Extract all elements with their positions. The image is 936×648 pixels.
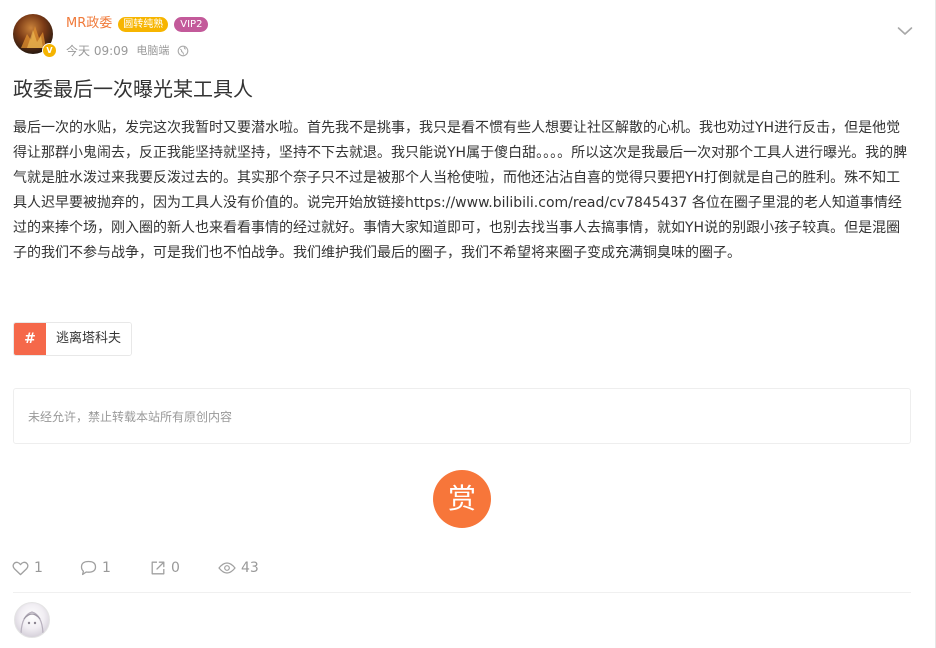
author-line: MR政委 圆转纯熟 VIP2: [66, 15, 209, 33]
globe-icon: [178, 45, 189, 57]
copyright-notice: 未经允许，禁止转载本站所有原创内容: [28, 410, 233, 424]
hash-icon: #: [14, 323, 46, 355]
level-badge: 圆转纯熟: [118, 16, 169, 32]
topic-tag-label: 逃离塔科夫: [46, 323, 132, 355]
post-page: V MR政委 圆转纯熟 VIP2 今天 09:09 电脑端 政委最后一次曝光某工…: [0, 0, 936, 648]
comment-button[interactable]: 1: [80, 560, 150, 576]
post-time: 今天 09:09: [66, 44, 129, 58]
post-content: 最后一次的水贴，发完这次我暂时又要潜水啦。首先我不是挑事，我只是看不惯有些人想要…: [13, 120, 908, 261]
view-count: 43: [241, 560, 259, 576]
share-button[interactable]: 0: [150, 560, 218, 576]
view-count-group: 43: [218, 560, 278, 576]
commenter-avatar-art: [20, 611, 44, 634]
author-name[interactable]: MR政委: [66, 15, 112, 33]
chevron-down-icon[interactable]: [897, 24, 913, 38]
comment-count: 1: [102, 560, 111, 576]
post-meta: 今天 09:09 电脑端: [66, 43, 189, 59]
vip-badge: VIP2: [174, 16, 209, 32]
like-button[interactable]: 1: [12, 560, 80, 576]
reward-button[interactable]: 赏: [433, 470, 491, 528]
post-header: V MR政委 圆转纯熟 VIP2 今天 09:09 电脑端: [13, 14, 913, 62]
eye-icon: [218, 562, 236, 574]
like-count: 1: [34, 560, 43, 576]
post-title: 政委最后一次曝光某工具人: [13, 77, 253, 101]
comment-bubble-icon: [80, 560, 97, 576]
post-actions: 1 1 0 43: [12, 558, 278, 578]
post-client: 电脑端: [136, 44, 170, 57]
verified-badge-icon: V: [42, 43, 57, 58]
topic-tag[interactable]: # 逃离塔科夫: [13, 322, 133, 356]
share-count: 0: [171, 560, 180, 576]
commenter-avatar[interactable]: [14, 602, 50, 638]
copyright-notice-box: 未经允许，禁止转载本站所有原创内容: [13, 388, 911, 444]
comment-divider: [13, 592, 911, 593]
share-icon: [151, 561, 165, 575]
heart-icon: [12, 561, 29, 575]
